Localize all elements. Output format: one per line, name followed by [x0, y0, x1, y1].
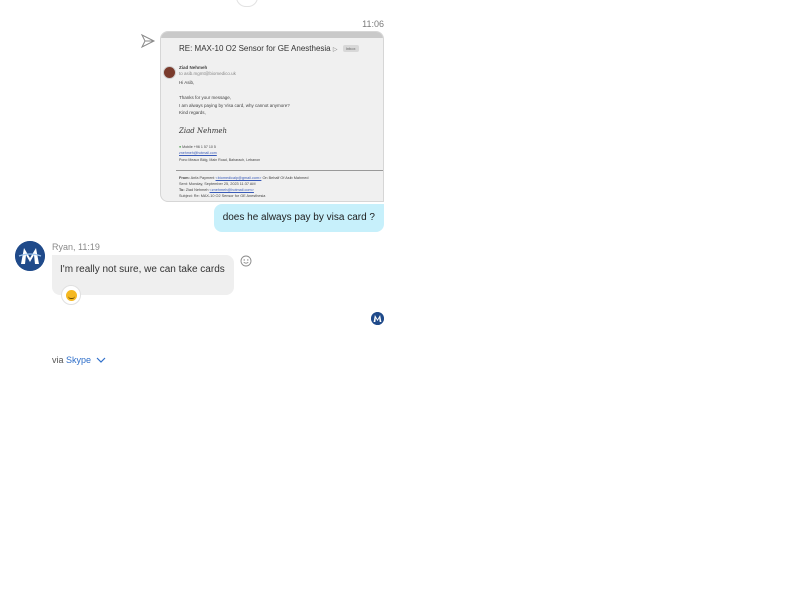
reaction-emoji-icon[interactable]: [236, 0, 258, 7]
email-screenshot-image[interactable]: RE: MAX-10 O2 Sensor for GE Anesthesia ▷…: [160, 31, 384, 202]
laughing-emoji-icon[interactable]: [61, 285, 81, 305]
via-prefix: via: [52, 355, 64, 365]
sent-status-icon: [140, 33, 156, 49]
incoming-message-text: I'm really not sure, we can take cards: [60, 264, 225, 275]
email-subject: RE: MAX-10 O2 Sensor for GE Anesthesia ▷…: [179, 44, 359, 53]
email-separator: [176, 170, 383, 171]
email-body-line: I am always paying by Visa card, why can…: [179, 103, 290, 108]
email-header-subject: Subject: Re: MAX-10 O2 Sensor for GE Ane…: [179, 194, 266, 198]
contact-avatar[interactable]: [15, 241, 45, 271]
outgoing-message-bubble[interactable]: does he always pay by visa card ?: [213, 204, 384, 232]
read-receipt-logo-icon: [371, 312, 384, 325]
email-to-line: to asib.mgmt@biomedico.uk: [179, 71, 236, 76]
email-contact-email: znehmeh@hotmail.com: [179, 151, 217, 155]
email-body-line: Thanks for your message,: [179, 95, 232, 100]
incoming-sender-and-time: Ryan, 11:19: [52, 242, 100, 252]
outgoing-timestamp: 11:06: [362, 19, 384, 29]
email-body-line: Kind regards,: [179, 110, 206, 115]
email-contact-address: Pono Meaux Bldg, Main Road, Baharach, Le…: [179, 158, 261, 162]
email-sender-avatar: [163, 66, 176, 79]
contact-avatar-logo-icon: [15, 241, 45, 271]
email-signature: Ziad Nehmeh: [179, 127, 228, 135]
via-skype-line: via Skype: [52, 355, 106, 365]
email-contact-phone: ● Mobile +96 1 57 10 5: [179, 145, 216, 149]
add-reaction-icon[interactable]: [240, 255, 252, 267]
read-receipt-avatar: [371, 312, 384, 325]
chevron-down-icon[interactable]: [96, 357, 106, 364]
email-inbox-tag: Inbox: [342, 45, 359, 53]
email-greeting: Hi Asib,: [179, 80, 195, 85]
skype-link[interactable]: Skype: [66, 355, 91, 365]
